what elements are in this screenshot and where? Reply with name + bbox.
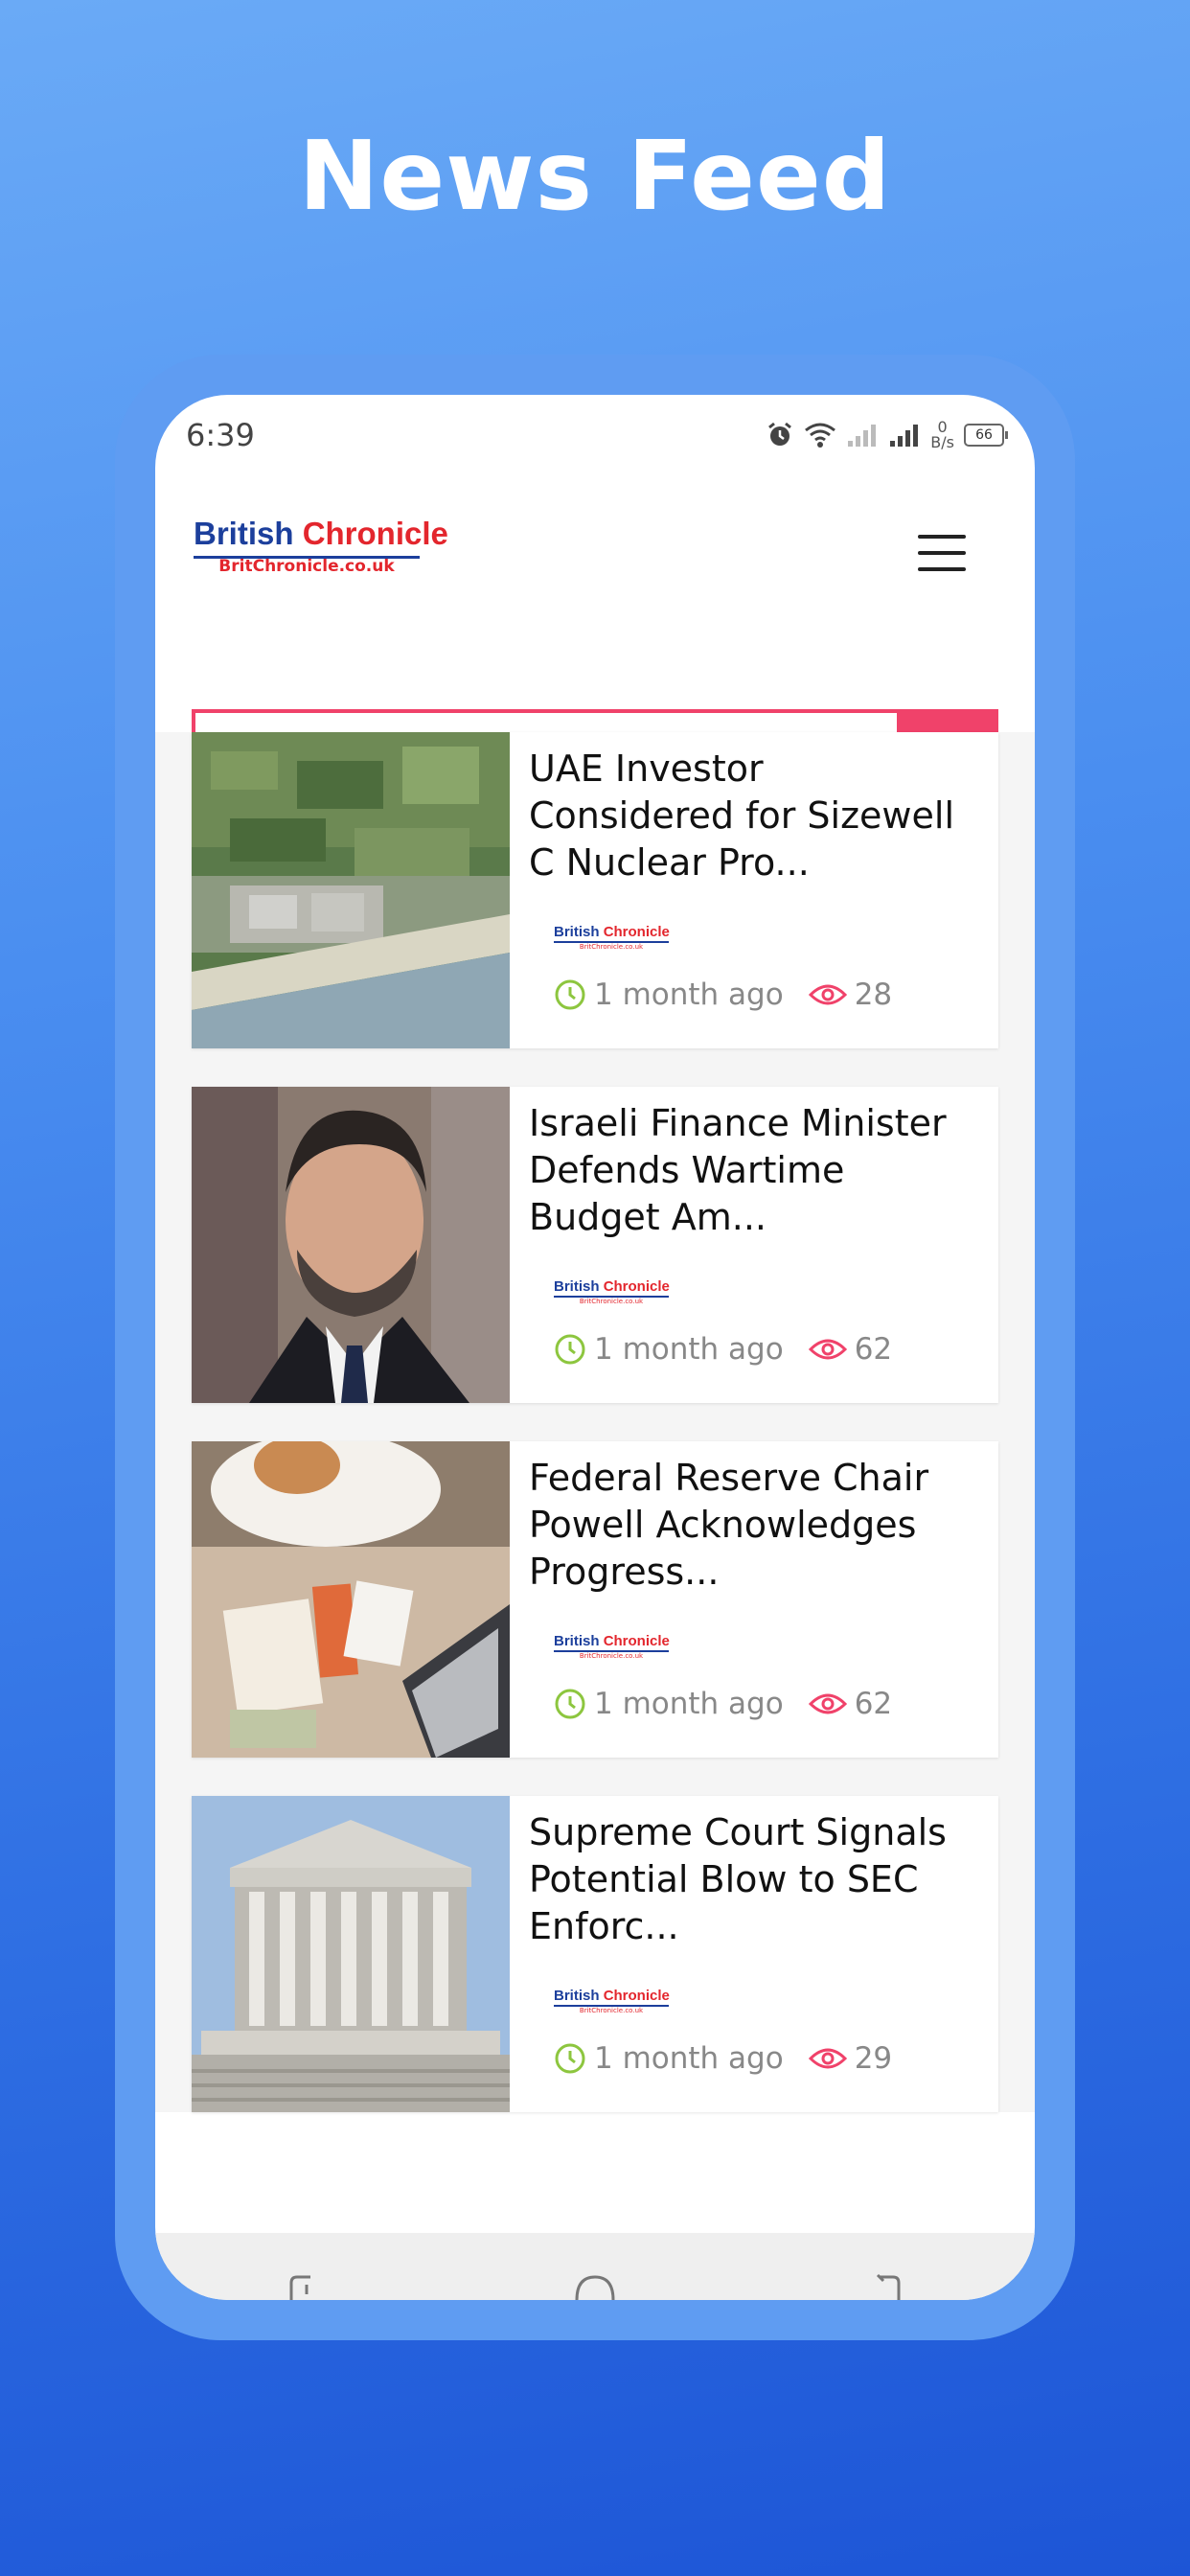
- article-body: Federal Reserve Chair Powell Acknowledge…: [510, 1441, 998, 1758]
- article-meta: 1 month ago 62: [554, 1687, 892, 1721]
- status-icons: 0 B/s 66: [766, 418, 1008, 451]
- article-views: 62: [854, 1687, 893, 1721]
- status-time: 6:39: [186, 417, 255, 453]
- article-time: 1 month ago: [594, 978, 784, 1012]
- signal-strong-icon: [890, 425, 919, 447]
- article-views: 28: [854, 978, 893, 1012]
- system-nav-bar: [155, 2233, 1035, 2300]
- news-feed: UAE Investor Considered for Sizewell C N…: [155, 732, 1035, 2112]
- status-bar: 6:39 0 B/s 66: [155, 395, 1035, 475]
- signal-weak-icon: [848, 425, 877, 447]
- article-body: UAE Investor Considered for Sizewell C N…: [510, 732, 998, 1048]
- article-body: Supreme Court Signals Potential Blow to …: [510, 1796, 998, 2112]
- clock-icon: [555, 1689, 585, 1719]
- source-logo: British Chronicle BritChronicle.co.uk: [554, 1278, 670, 1305]
- eye-icon: [808, 1339, 847, 1360]
- phone-screen: 6:39 0 B/s 66 British Chronicle BritChro…: [155, 395, 1035, 2300]
- clock-icon: [555, 979, 585, 1010]
- home-icon[interactable]: [571, 2271, 619, 2300]
- battery-icon: 66: [964, 424, 1008, 447]
- article-card[interactable]: Supreme Court Signals Potential Blow to …: [192, 1796, 998, 2112]
- clock-icon: [555, 1334, 585, 1365]
- article-time: 1 month ago: [594, 1687, 784, 1721]
- net-speed: 0 B/s: [930, 418, 954, 451]
- article-card[interactable]: UAE Investor Considered for Sizewell C N…: [192, 732, 998, 1048]
- article-meta: 1 month ago 28: [554, 978, 892, 1012]
- article-views: 62: [854, 1332, 893, 1367]
- source-logo: British Chronicle BritChronicle.co.uk: [554, 1633, 670, 1660]
- article-meta: 1 month ago 29: [554, 2041, 892, 2076]
- article-title[interactable]: Supreme Court Signals Potential Blow to …: [529, 1809, 979, 1950]
- article-title[interactable]: Israeli Finance Minister Defends Wartime…: [529, 1100, 979, 1241]
- article-title[interactable]: UAE Investor Considered for Sizewell C N…: [529, 746, 979, 886]
- article-time: 1 month ago: [594, 2041, 784, 2076]
- article-card[interactable]: Israeli Finance Minister Defends Wartime…: [192, 1087, 998, 1403]
- wifi-icon: [805, 423, 836, 448]
- back-icon[interactable]: [864, 2271, 912, 2300]
- eye-icon: [808, 984, 847, 1005]
- promo-title: News Feed: [298, 120, 892, 232]
- article-thumbnail: [192, 1087, 510, 1403]
- app-header: British Chronicle BritChronicle.co.uk: [155, 500, 1035, 805]
- article-thumbnail: [192, 1796, 510, 2112]
- article-card[interactable]: Federal Reserve Chair Powell Acknowledge…: [192, 1441, 998, 1758]
- alarm-icon: [768, 422, 792, 446]
- eye-icon: [808, 2048, 847, 2069]
- brand-logo[interactable]: British Chronicle BritChronicle.co.uk: [194, 516, 448, 576]
- source-logo: British Chronicle BritChronicle.co.uk: [554, 924, 670, 951]
- article-views: 29: [854, 2041, 893, 2076]
- clock-icon: [555, 2043, 585, 2074]
- article-time: 1 month ago: [594, 1332, 784, 1367]
- hamburger-icon[interactable]: [918, 535, 966, 573]
- eye-icon: [808, 1693, 847, 1714]
- recent-apps-icon[interactable]: [278, 2271, 326, 2300]
- source-logo: British Chronicle BritChronicle.co.uk: [554, 1988, 670, 2014]
- article-title[interactable]: Federal Reserve Chair Powell Acknowledge…: [529, 1455, 979, 1596]
- article-meta: 1 month ago 62: [554, 1332, 892, 1367]
- article-thumbnail: [192, 1441, 510, 1758]
- article-body: Israeli Finance Minister Defends Wartime…: [510, 1087, 998, 1403]
- article-thumbnail: [192, 732, 510, 1048]
